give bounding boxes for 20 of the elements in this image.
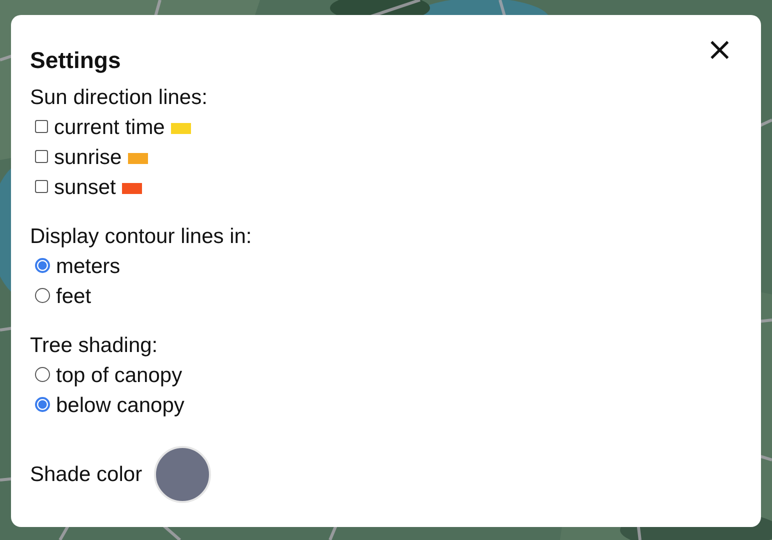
section-label: Tree shading: — [30, 333, 159, 359]
section-label: Display contour lines in: — [30, 224, 253, 250]
checkbox[interactable] — [35, 180, 48, 192]
dialog-title: Settings — [30, 46, 121, 75]
radio-button[interactable] — [35, 288, 50, 302]
checkbox[interactable] — [35, 150, 48, 162]
option-label: feet — [56, 285, 92, 309]
checkbox[interactable] — [35, 120, 48, 132]
option-label: current time — [54, 116, 165, 140]
option-label: sunset — [54, 176, 116, 200]
radio-button[interactable] — [35, 366, 50, 382]
option-label: below canopy — [56, 394, 184, 418]
option-label: meters — [56, 255, 120, 279]
radio-button[interactable] — [35, 396, 50, 412]
radio-button[interactable] — [35, 258, 50, 272]
shade-color-label: Shade color — [30, 462, 142, 488]
section-label: Sun direction lines: — [30, 85, 208, 111]
option-label: top of canopy — [56, 364, 182, 388]
close-button[interactable]: × — [702, 35, 737, 63]
option-label: sunrise — [54, 146, 122, 170]
